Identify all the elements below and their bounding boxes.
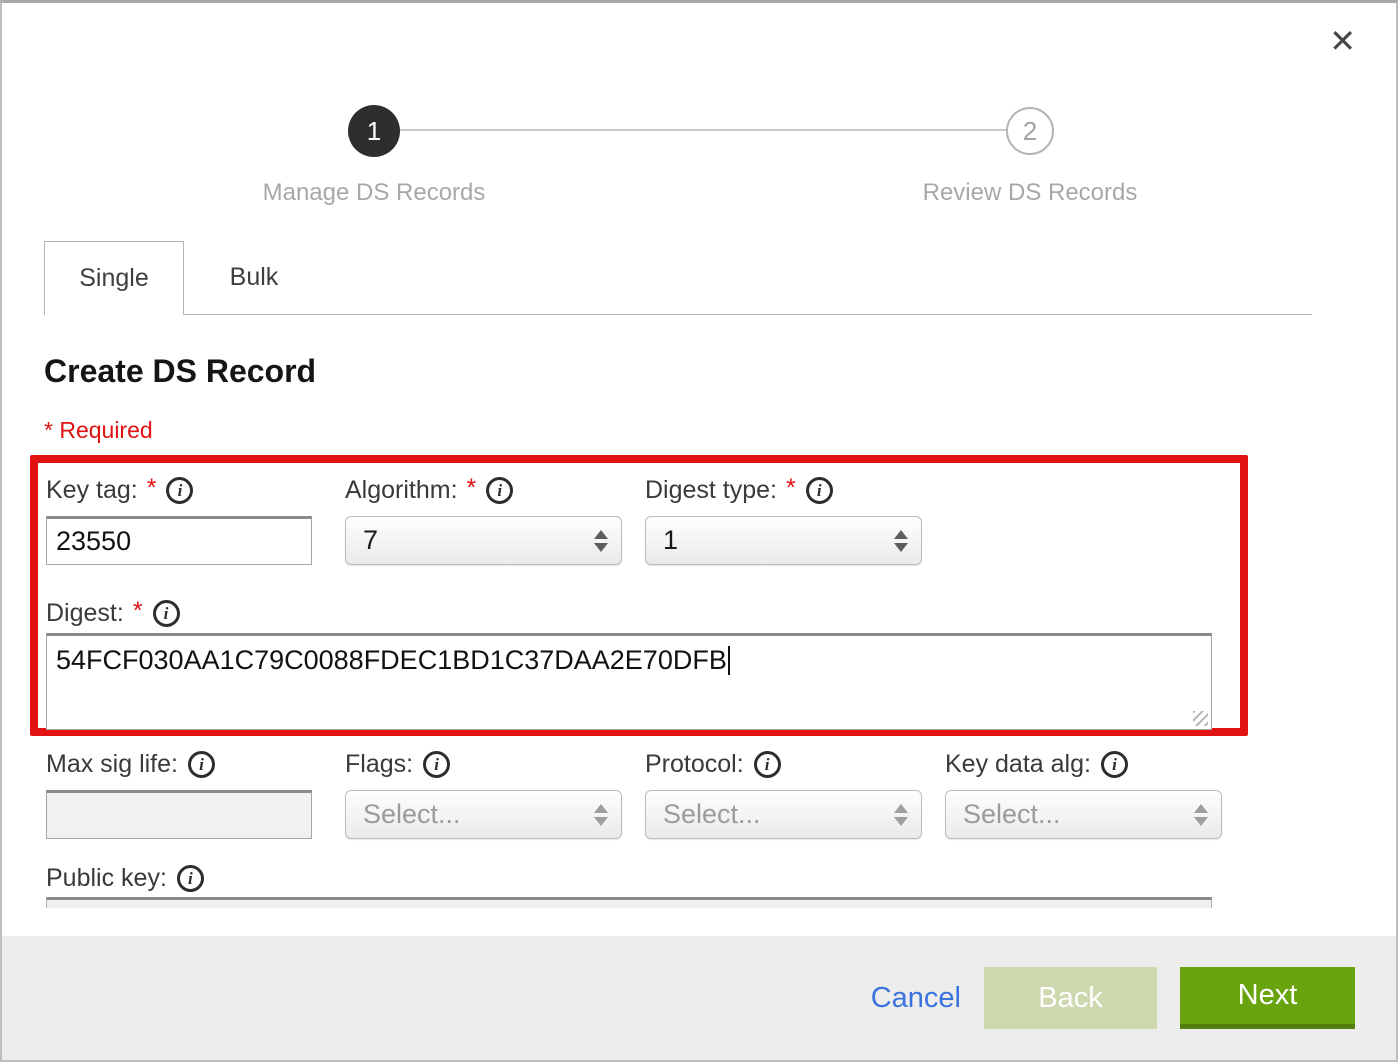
tab-bulk[interactable]: Bulk (184, 241, 324, 314)
public-key-textarea[interactable] (46, 897, 1212, 908)
digest-type-field-group: Digest type: * i 1 (645, 470, 922, 565)
key-tag-info-icon[interactable]: i (166, 477, 193, 504)
key-tag-input[interactable]: 23550 (46, 516, 312, 565)
digest-textarea[interactable]: 54FCF030AA1C79C0088FDEC1BD1C37DAA2E70DFB (46, 633, 1212, 730)
highlighted-required-fields-region: Key tag: * i 23550 Algorithm: * i (30, 455, 1248, 736)
protocol-select[interactable]: Select... (645, 790, 922, 839)
step-connector-line (374, 129, 1030, 131)
select-stepper-icon (594, 530, 608, 552)
step-1-label: Manage DS Records (214, 179, 534, 207)
key-tag-label: Key tag: (46, 476, 138, 505)
tab-single-label: Single (79, 264, 149, 293)
digest-field-group: Digest: * i 54FCF030AA1C79C0088FDEC1BD1C… (46, 593, 1240, 730)
protocol-label: Protocol: (645, 750, 744, 779)
dialog-footer: Cancel Back Next (2, 936, 1396, 1060)
required-asterisk: * (133, 597, 143, 626)
key-data-alg-info-icon[interactable]: i (1101, 751, 1128, 778)
step-1-number: 1 (367, 116, 381, 147)
optional-fields-row: Max sig life: i Flags: i Select... Proto… (46, 744, 1222, 839)
create-ds-record-dialog: ✕ 1 2 Manage DS Records Review DS Record… (0, 0, 1398, 1062)
public-key-label: Public key: (46, 864, 167, 893)
flags-select[interactable]: Select... (345, 790, 622, 839)
key-data-alg-label: Key data alg: (945, 750, 1091, 779)
flags-info-icon[interactable]: i (423, 751, 450, 778)
protocol-selected-value: Select... (663, 799, 761, 830)
flags-field-group: Flags: i Select... (345, 744, 622, 839)
max-sig-life-label: Max sig life: (46, 750, 178, 779)
select-stepper-icon (894, 530, 908, 552)
tab-single[interactable]: Single (44, 241, 184, 315)
key-data-alg-selected-value: Select... (963, 799, 1061, 830)
flags-label: Flags: (345, 750, 413, 779)
max-sig-life-input[interactable] (46, 790, 312, 839)
key-data-alg-select[interactable]: Select... (945, 790, 1222, 839)
digest-type-info-icon[interactable]: i (806, 477, 833, 504)
step-1-circle: 1 (348, 105, 400, 157)
required-asterisk: * (467, 474, 477, 503)
algorithm-select[interactable]: 7 (345, 516, 622, 565)
tab-bulk-label: Bulk (230, 263, 279, 292)
protocol-field-group: Protocol: i Select... (645, 744, 922, 839)
digest-value: 54FCF030AA1C79C0088FDEC1BD1C37DAA2E70DFB (56, 645, 727, 675)
text-cursor (728, 646, 730, 675)
algorithm-info-icon[interactable]: i (486, 477, 513, 504)
close-icon[interactable]: ✕ (1329, 25, 1356, 57)
step-2-circle: 2 (1006, 107, 1054, 155)
step-2-label: Review DS Records (870, 179, 1190, 207)
cancel-button[interactable]: Cancel (871, 982, 961, 1015)
next-button[interactable]: Next (1180, 967, 1355, 1029)
back-button-label: Back (1038, 982, 1102, 1015)
public-key-field-group: Public key: i (46, 858, 204, 898)
tab-bar: Single Bulk (44, 241, 1312, 315)
algorithm-label: Algorithm: (345, 476, 458, 505)
digest-label: Digest: (46, 599, 124, 628)
resize-grip-icon[interactable] (1193, 711, 1208, 726)
max-sig-life-field-group: Max sig life: i (46, 744, 312, 839)
select-stepper-icon (894, 804, 908, 826)
step-2-number: 2 (1023, 116, 1037, 147)
required-asterisk: * (786, 474, 796, 503)
algorithm-selected-value: 7 (363, 525, 378, 556)
algorithm-field-group: Algorithm: * i 7 (345, 470, 622, 565)
select-stepper-icon (594, 804, 608, 826)
required-note: * Required (44, 417, 153, 444)
next-button-label: Next (1238, 979, 1298, 1012)
digest-info-icon[interactable]: i (153, 600, 180, 627)
max-sig-life-info-icon[interactable]: i (188, 751, 215, 778)
key-tag-field-group: Key tag: * i 23550 (46, 470, 312, 565)
digest-type-select[interactable]: 1 (645, 516, 922, 565)
digest-type-label: Digest type: (645, 476, 777, 505)
page-title: Create DS Record (44, 353, 316, 390)
public-key-info-icon[interactable]: i (177, 865, 204, 892)
key-tag-value: 23550 (56, 526, 131, 557)
protocol-info-icon[interactable]: i (754, 751, 781, 778)
select-stepper-icon (1194, 804, 1208, 826)
digest-type-selected-value: 1 (663, 525, 678, 556)
flags-selected-value: Select... (363, 799, 461, 830)
required-asterisk: * (147, 474, 157, 503)
back-button[interactable]: Back (984, 967, 1157, 1029)
key-data-alg-field-group: Key data alg: i Select... (945, 744, 1222, 839)
